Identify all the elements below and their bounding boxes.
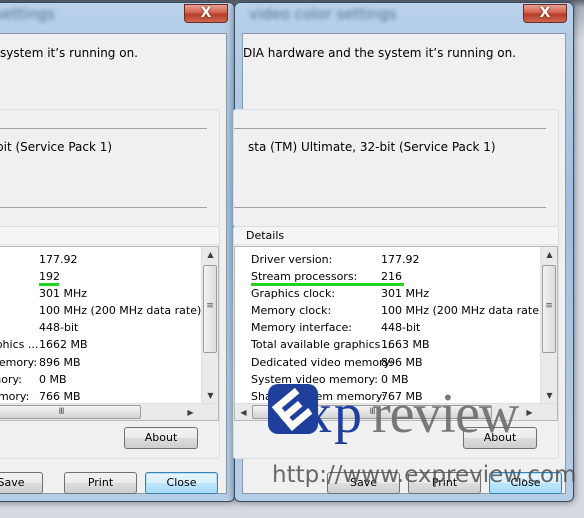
details-group: Driver version:177.92Stream processors:1… [0, 226, 220, 459]
about-button[interactable]: About [463, 427, 537, 449]
details-header: Details [234, 227, 558, 245]
detail-row[interactable]: Graphics clock:301 MHz [0, 285, 200, 302]
detail-row[interactable]: Stream processors: 216 [245, 268, 539, 287]
detail-label: Memory clock: [251, 304, 332, 318]
hscroll-thumb[interactable]: III [252, 405, 492, 419]
detail-row[interactable]: Dedicated video memory:896 MB [245, 354, 539, 371]
detail-value: 1662 MB [39, 338, 88, 352]
print-button[interactable]: Print [64, 472, 137, 494]
system-group: sta (TM) Ultimate, 32-bit (Service Pack … [233, 109, 559, 227]
detail-label: System video memory: [0, 372, 22, 386]
detail-row[interactable]: System video memory: 0 MB [0, 371, 200, 388]
separator [234, 207, 546, 208]
close-button[interactable]: Close [489, 472, 562, 494]
horizontal-scrollbar[interactable]: ◀ III ▶ [235, 403, 557, 420]
detail-row[interactable]: Driver version:177.92 [0, 251, 200, 268]
save-button[interactable]: Save [0, 472, 43, 494]
detail-label: Total available graphics ... [251, 338, 395, 352]
detail-value: 177.92 [39, 253, 78, 266]
grip-icon: III [58, 407, 65, 417]
window-close-button[interactable]: X [523, 4, 567, 23]
hscroll-thumb[interactable]: III [0, 405, 141, 419]
detail-value: 301 MHz [39, 287, 88, 301]
scroll-up-icon[interactable]: ▲ [541, 247, 557, 263]
detail-row[interactable]: Memory interface: 448-bit [245, 319, 539, 336]
print-button[interactable]: Print [408, 472, 481, 494]
horizontal-scrollbar[interactable]: III ▶ [0, 403, 218, 420]
title-bar[interactable]: settings X [0, 3, 234, 31]
details-header [0, 227, 219, 245]
scroll-right-icon[interactable]: ▶ [182, 404, 199, 420]
os-info-text: sta (TM) Ultimate, 32-bit (Service Pack … [248, 140, 496, 154]
vertical-scrollbar[interactable]: ▲ ≡ ▼ [540, 247, 557, 404]
close-icon: X [539, 5, 551, 21]
detail-value: 0 MB [39, 372, 67, 386]
detail-label: Graphics clock: [251, 287, 336, 301]
detail-value: 100 MHz (200 MHz data rate) [39, 304, 202, 318]
detail-row[interactable]: Total available graphics ... 1663 MB [245, 336, 539, 353]
detail-row[interactable]: Driver version: 177.92 [245, 251, 539, 268]
detail-value: 301 MHz [381, 287, 430, 301]
grip-icon: ≡ [206, 301, 214, 311]
window-close-button[interactable]: X [184, 4, 228, 23]
scroll-down-icon[interactable]: ▼ [202, 388, 218, 404]
detail-row[interactable]: Graphics clock: 301 MHz [245, 285, 539, 302]
detail-value: 177.92 [381, 253, 420, 266]
scroll-left-icon[interactable]: ◀ [235, 404, 252, 420]
detail-value: 896 MB [39, 355, 81, 369]
scroll-thumb[interactable]: ≡ [203, 265, 217, 353]
nvidia-system-info-window-right: video color settings X DIA hardware and … [233, 2, 574, 502]
grip-icon: ≡ [545, 301, 553, 311]
detail-row[interactable]: Dedicated video memory:896 MB [0, 354, 200, 371]
details-list[interactable]: Driver version: 177.92 Stream processors: 2… [234, 246, 558, 421]
intro-text: system it’s running on. [0, 46, 138, 60]
separator [0, 207, 207, 208]
intro-text: DIA hardware and the system it’s running… [243, 46, 517, 60]
save-button[interactable]: Save [327, 472, 400, 494]
window-title: video color settings [249, 5, 397, 23]
detail-value: 448-bit [39, 321, 79, 335]
close-button[interactable]: Close [145, 472, 218, 494]
close-icon: X [200, 5, 212, 21]
grip-icon: III [369, 407, 376, 417]
nvidia-system-info-window-left: settings X system it’s running on. bit (… [0, 2, 235, 502]
detail-row[interactable]: Stream processors:192 [0, 268, 200, 287]
separator [0, 128, 207, 129]
title-bar[interactable]: video color settings X [235, 3, 573, 31]
dialog-body: system it’s running on. bit (Service Pac… [0, 33, 227, 494]
about-button[interactable]: About [124, 427, 198, 449]
vertical-scrollbar[interactable]: ▲ ≡ ▼ [201, 247, 218, 404]
system-group: bit (Service Pack 1) [0, 109, 220, 227]
detail-label: Total available graphics ... [0, 338, 39, 352]
separator [234, 128, 546, 129]
detail-label: Memory interface: [251, 321, 352, 335]
detail-label: Stream processors: [0, 268, 1, 285]
detail-row[interactable]: Total available graphics ...1662 MB [0, 336, 200, 353]
scroll-up-icon[interactable]: ▲ [202, 247, 218, 263]
scroll-thumb[interactable]: ≡ [542, 265, 556, 353]
detail-value: 1663 MB [381, 338, 430, 352]
detail-row[interactable]: Memory clock: 100 MHz (200 MHz data rate) [245, 302, 543, 319]
scroll-down-icon[interactable]: ▼ [541, 388, 557, 404]
detail-row[interactable]: Memory clock:100 MHz (200 MHz data rate) [0, 302, 202, 319]
detail-label: System video memory: [251, 372, 378, 386]
detail-value: 0 MB [381, 372, 409, 386]
detail-label: Dedicated video memory: [251, 355, 394, 369]
detail-row[interactable]: Memory interface:448-bit [0, 319, 200, 336]
dialog-body: DIA hardware and the system it’s running… [233, 33, 566, 494]
scroll-right-icon[interactable]: ▶ [521, 404, 538, 420]
details-group: Details Driver version: 177.92 Stream proc… [233, 226, 559, 459]
window-title: settings [0, 5, 55, 23]
detail-value: 100 MHz (200 MHz data rate) [381, 304, 544, 318]
detail-value: 896 MB [381, 355, 423, 369]
os-info-text: bit (Service Pack 1) [0, 140, 113, 154]
detail-row[interactable]: System video memory:0 MB [245, 371, 539, 388]
detail-value: 448-bit [381, 321, 421, 335]
details-list[interactable]: Driver version:177.92Stream processors:1… [0, 246, 219, 421]
detail-label: Dedicated video memory: [0, 355, 38, 369]
detail-label: Driver version: [251, 253, 333, 266]
